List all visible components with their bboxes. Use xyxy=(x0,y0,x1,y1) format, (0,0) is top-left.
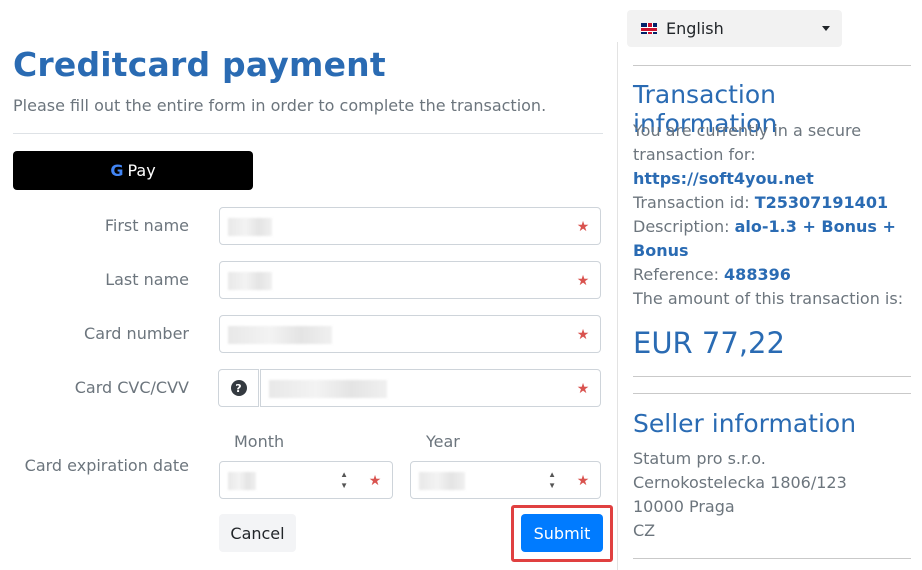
submit-button[interactable]: Submit xyxy=(521,514,603,552)
column-divider xyxy=(617,42,618,570)
card-cvc-label: Card CVC/CVV xyxy=(74,378,189,397)
seller-street: Cernokostelecka 1806/123 xyxy=(633,473,847,492)
seller-name: Statum pro s.r.o. xyxy=(633,449,766,468)
language-select[interactable]: English xyxy=(627,10,842,47)
description-value: alo-1.3 + Bonus + xyxy=(734,217,896,236)
card-number-label: Card number xyxy=(84,324,189,343)
required-star-icon: ★ xyxy=(566,369,601,407)
card-number-input[interactable] xyxy=(219,315,567,353)
first-name-label: First name xyxy=(104,216,189,235)
cvc-help-button[interactable]: ? xyxy=(218,369,259,407)
stepper-icon[interactable]: ▲ ▼ xyxy=(340,469,348,491)
divider xyxy=(633,376,911,377)
transaction-amount: EUR 77,22 xyxy=(633,326,785,360)
redacted-value xyxy=(228,326,332,344)
required-star-icon: ★ xyxy=(566,315,601,353)
seller-details: Statum pro s.r.o. Cernokostelecka 1806/1… xyxy=(633,447,847,543)
redacted-value xyxy=(269,380,387,398)
redacted-value xyxy=(228,218,272,236)
secure-text-line: transaction for: https://soft4you.net xyxy=(633,145,814,188)
month-label: Month xyxy=(234,432,285,451)
secure-text: You are currently in a secure xyxy=(633,121,862,140)
redacted-value xyxy=(228,272,272,290)
divider xyxy=(633,558,911,559)
divider xyxy=(633,65,911,66)
divider xyxy=(633,393,911,394)
description-line-2: Bonus xyxy=(633,239,922,263)
year-label: Year xyxy=(426,432,460,451)
redacted-value xyxy=(419,472,465,490)
seller-title: Seller information xyxy=(633,409,857,438)
last-name-label: Last name xyxy=(105,270,189,289)
transaction-url: https://soft4you.net xyxy=(633,169,814,188)
google-g-icon: G xyxy=(110,161,124,180)
expiration-year-input[interactable]: ▲ ▼ xyxy=(410,461,567,499)
required-star-icon: ★ xyxy=(566,261,601,299)
description-line: Description: alo-1.3 + Bonus + xyxy=(633,217,896,236)
question-icon: ? xyxy=(230,380,247,396)
expiration-label: Card expiration date xyxy=(24,456,189,475)
required-star-icon: ★ xyxy=(358,461,393,499)
seller-city: 10000 Praga xyxy=(633,497,735,516)
reference-line: Reference: 488396 xyxy=(633,265,791,284)
expiration-month-input[interactable]: ▲ ▼ xyxy=(219,461,359,499)
description-value-cont: Bonus xyxy=(633,241,689,260)
transaction-details: You are currently in a secure transactio… xyxy=(633,119,922,287)
required-star-icon: ★ xyxy=(566,461,601,499)
gpay-label: Pay xyxy=(127,161,156,180)
divider xyxy=(13,133,603,134)
last-name-input[interactable] xyxy=(219,261,567,299)
reference-value: 488396 xyxy=(724,265,791,284)
google-pay-button[interactable]: G Pay xyxy=(13,151,253,190)
page-title: Creditcard payment xyxy=(13,45,386,84)
required-star-icon: ★ xyxy=(566,207,601,245)
stepper-icon[interactable]: ▲ ▼ xyxy=(548,469,556,491)
caret-down-icon xyxy=(822,26,830,31)
cancel-button[interactable]: Cancel xyxy=(219,514,296,552)
language-label: English xyxy=(666,19,724,38)
transaction-id-line: Transaction id: T25307191401 xyxy=(633,193,889,212)
page-subtitle: Please fill out the entire form in order… xyxy=(13,96,547,115)
card-cvc-input[interactable] xyxy=(260,369,567,407)
transaction-id: T25307191401 xyxy=(754,193,889,212)
seller-country: CZ xyxy=(633,521,656,540)
redacted-value xyxy=(228,472,256,490)
first-name-input[interactable] xyxy=(219,207,567,245)
amount-label: The amount of this transaction is: xyxy=(633,289,904,308)
uk-flag-icon xyxy=(641,23,657,34)
